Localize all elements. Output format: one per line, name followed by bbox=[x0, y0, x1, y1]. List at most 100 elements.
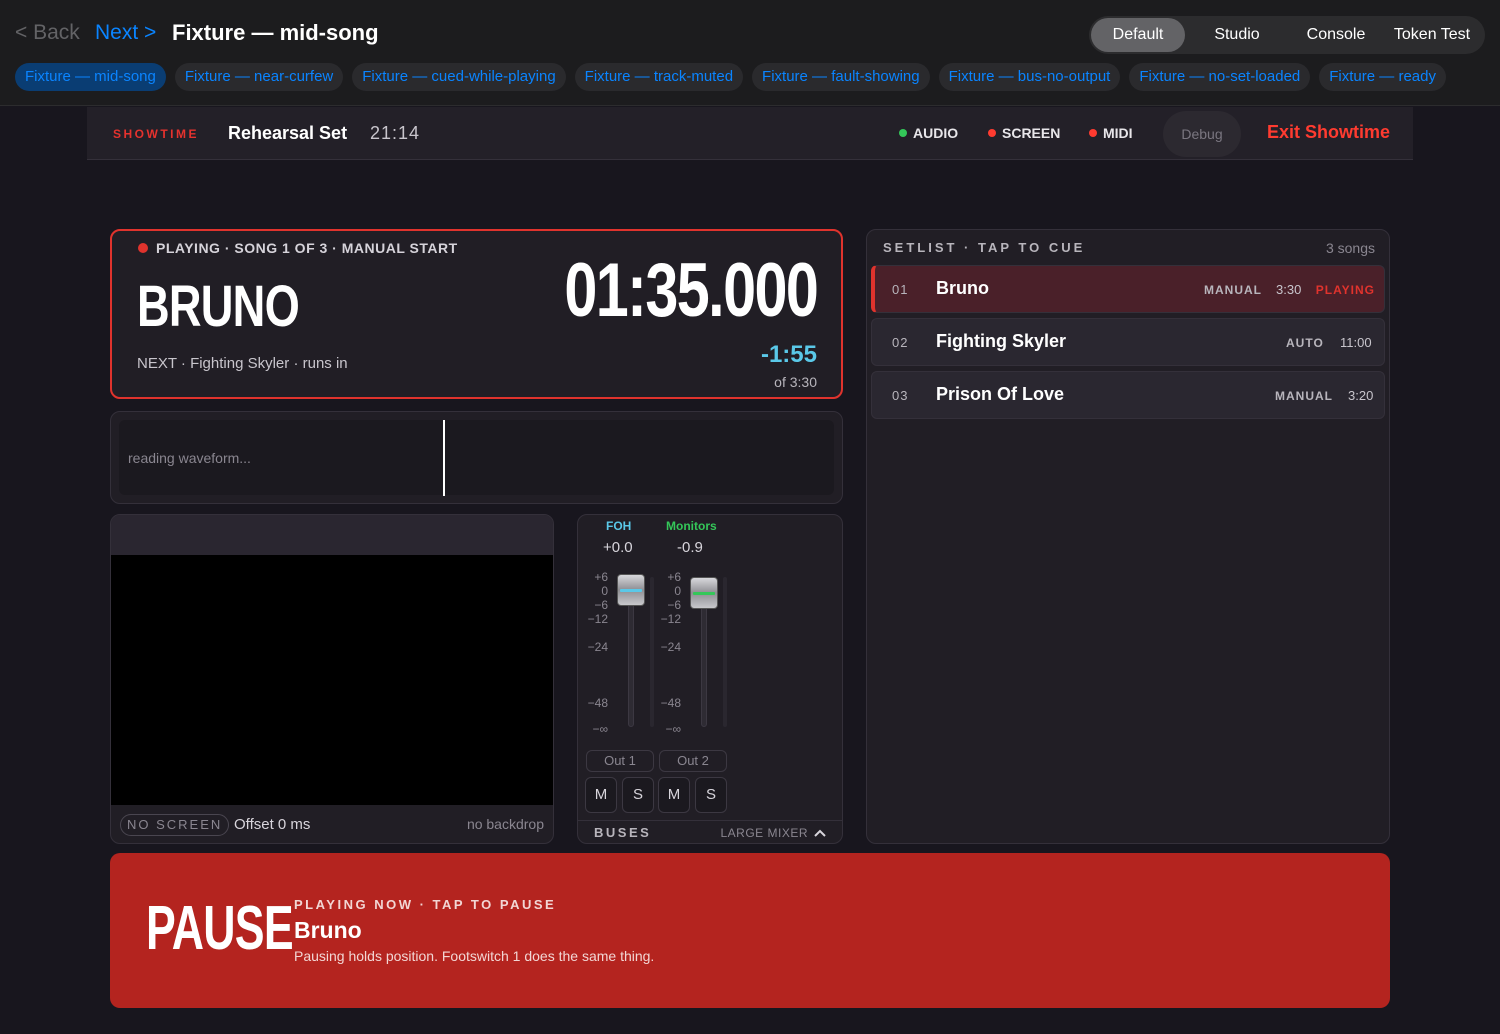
page-title: Fixture — mid-song bbox=[172, 20, 379, 45]
status-dot-icon bbox=[1089, 129, 1097, 137]
song-duration: 11:00 bbox=[1340, 335, 1372, 350]
now-playing-card: PLAYING · SONG 1 OF 3 · MANUAL START BRU… bbox=[110, 229, 843, 399]
pause-help-text: Pausing holds position. Footswitch 1 doe… bbox=[294, 948, 655, 964]
status-dot-icon bbox=[988, 129, 996, 137]
setlist-count: 3 songs bbox=[1325, 240, 1375, 256]
screen-preview bbox=[111, 555, 553, 805]
pause-song-name: Bruno bbox=[294, 917, 362, 943]
scale-tick: −∞ bbox=[665, 722, 681, 736]
pause-caption: PLAYING NOW · TAP TO PAUSE bbox=[294, 897, 557, 912]
playback-status: PLAYING · SONG 1 OF 3 · MANUAL START bbox=[138, 240, 458, 256]
mute-button-monitors[interactable]: M bbox=[658, 777, 690, 813]
output-select-foh[interactable]: Out 1 bbox=[586, 750, 654, 772]
solo-button-monitors[interactable]: S bbox=[695, 777, 727, 813]
screen-offset[interactable]: Offset 0 ms bbox=[234, 816, 310, 833]
mute-button-foh[interactable]: M bbox=[585, 777, 617, 813]
song-name: Bruno bbox=[936, 278, 989, 298]
fixture-chip-mid-song[interactable]: Fixture — mid-song bbox=[15, 63, 166, 91]
scale-tick: 0 bbox=[601, 584, 608, 598]
song-number: 01 bbox=[892, 282, 909, 297]
scale-tick: −24 bbox=[660, 640, 681, 654]
segment-default[interactable]: Default bbox=[1091, 18, 1185, 52]
scale-tick: −6 bbox=[667, 598, 681, 612]
channel-value-foh: +0.0 bbox=[603, 539, 633, 556]
screen-preview-toolbar bbox=[111, 515, 553, 555]
playback-status-text: PLAYING · SONG 1 OF 3 · MANUAL START bbox=[156, 240, 458, 256]
scale-tick: −∞ bbox=[592, 722, 608, 736]
scale-tick: +6 bbox=[667, 570, 681, 584]
set-name: Rehearsal Set bbox=[228, 123, 348, 143]
top-navigation: < Back Next > Fixture — mid-song Default… bbox=[0, 0, 1500, 106]
segment-token-test[interactable]: Token Test bbox=[1383, 18, 1481, 52]
scale-tick: −6 bbox=[594, 598, 608, 612]
song-duration: 3:20 bbox=[1348, 388, 1374, 403]
channel-value-monitors: -0.9 bbox=[677, 539, 703, 556]
segment-studio[interactable]: Studio bbox=[1185, 18, 1289, 52]
level-meter-monitors bbox=[723, 577, 727, 727]
exit-showtime-button[interactable]: Exit Showtime bbox=[1267, 122, 1390, 143]
buses-label: BUSES bbox=[594, 825, 652, 840]
setlist-row[interactable]: 01 Bruno MANUAL 3:30 PLAYING bbox=[871, 265, 1385, 313]
scale-tick: −12 bbox=[587, 612, 608, 626]
scale-tick: −12 bbox=[660, 612, 681, 626]
back-button[interactable]: < Back bbox=[15, 21, 80, 45]
status-screen-label: SCREEN bbox=[1002, 125, 1061, 141]
theme-segmented-control: Default Studio Console Token Test bbox=[1089, 16, 1485, 54]
no-screen-badge: NO SCREEN bbox=[120, 814, 230, 836]
next-button[interactable]: Next > bbox=[95, 21, 156, 45]
fader-indicator bbox=[620, 589, 642, 592]
playhead-cursor[interactable] bbox=[443, 420, 445, 496]
song-number: 03 bbox=[892, 388, 909, 403]
waveform-status: reading waveform... bbox=[128, 450, 251, 466]
channel-name-monitors: Monitors bbox=[666, 519, 717, 533]
fixture-chip-ready[interactable]: Fixture — ready bbox=[1319, 63, 1446, 91]
scale-tick: −24 bbox=[587, 640, 608, 654]
channel-name-foh: FOH bbox=[606, 519, 632, 533]
status-audio-label: AUDIO bbox=[913, 125, 959, 141]
next-song-info: NEXT · Fighting Skyler · runs in bbox=[137, 355, 348, 372]
mixer-footer: BUSES LARGE MIXER bbox=[578, 820, 842, 844]
playing-dot-icon bbox=[138, 243, 148, 253]
song-state-badge: PLAYING bbox=[1315, 283, 1375, 297]
status-audio: AUDIO bbox=[899, 125, 958, 141]
fixture-chip-bus-no-output[interactable]: Fixture — bus-no-output bbox=[938, 63, 1121, 91]
fixture-chip-near-curfew[interactable]: Fixture — near-curfew bbox=[174, 63, 344, 91]
song-name: Fighting Skyler bbox=[936, 331, 1067, 351]
bus-mixer: FOH Monitors +0.0 -0.9 +6 0 −6 −12 −24 −… bbox=[577, 514, 843, 844]
pause-button[interactable]: PAUSE PLAYING NOW · TAP TO PAUSE Bruno P… bbox=[110, 853, 1390, 1008]
song-mode: MANUAL bbox=[1275, 389, 1333, 403]
fixture-chip-bar: Fixture — mid-song Fixture — near-curfew… bbox=[15, 63, 1485, 93]
chevron-up-icon bbox=[814, 829, 826, 837]
waveform-panel[interactable]: reading waveform... bbox=[110, 411, 843, 504]
showtime-mode-label: SHOWTIME bbox=[113, 127, 199, 141]
scale-tick: 0 bbox=[674, 584, 681, 598]
elapsed-time: 01:35.000 bbox=[564, 248, 819, 333]
song-title: BRUNO bbox=[137, 274, 300, 339]
clock: 21:14 bbox=[370, 123, 421, 143]
segment-console[interactable]: Console bbox=[1289, 18, 1383, 52]
status-midi: MIDI bbox=[1089, 125, 1133, 141]
solo-button-foh[interactable]: S bbox=[622, 777, 654, 813]
output-select-monitors[interactable]: Out 2 bbox=[659, 750, 727, 772]
setlist-row[interactable]: 02 Fighting Skyler AUTO 11:00 bbox=[871, 318, 1385, 366]
screen-preview-panel: NO SCREEN Offset 0 ms no backdrop bbox=[110, 514, 554, 844]
total-duration: of 3:30 bbox=[774, 374, 817, 390]
remaining-time: -1:55 bbox=[760, 341, 817, 368]
large-mixer-label: LARGE MIXER bbox=[720, 826, 808, 840]
status-midi-label: MIDI bbox=[1103, 125, 1133, 141]
pause-label-large: PAUSE bbox=[146, 894, 294, 963]
large-mixer-toggle[interactable]: LARGE MIXER bbox=[720, 826, 826, 840]
fader-handle-foh[interactable] bbox=[617, 574, 645, 606]
status-screen: SCREEN bbox=[988, 125, 1060, 141]
fader-handle-monitors[interactable] bbox=[690, 577, 718, 609]
waveform-area[interactable]: reading waveform... bbox=[119, 420, 834, 496]
setlist-panel: SETLIST · TAP TO CUE 3 songs 01 Bruno MA… bbox=[866, 229, 1390, 844]
backdrop-status: no backdrop bbox=[466, 816, 544, 832]
scale-tick: −48 bbox=[660, 696, 681, 710]
fixture-chip-no-set-loaded[interactable]: Fixture — no-set-loaded bbox=[1129, 63, 1311, 91]
fixture-chip-track-muted[interactable]: Fixture — track-muted bbox=[574, 63, 744, 91]
setlist-row[interactable]: 03 Prison Of Love MANUAL 3:20 bbox=[871, 371, 1385, 419]
fixture-chip-fault-showing[interactable]: Fixture — fault-showing bbox=[752, 63, 930, 91]
debug-button[interactable]: Debug bbox=[1163, 111, 1241, 157]
fixture-chip-cued-while-playing[interactable]: Fixture — cued-while-playing bbox=[352, 63, 566, 91]
